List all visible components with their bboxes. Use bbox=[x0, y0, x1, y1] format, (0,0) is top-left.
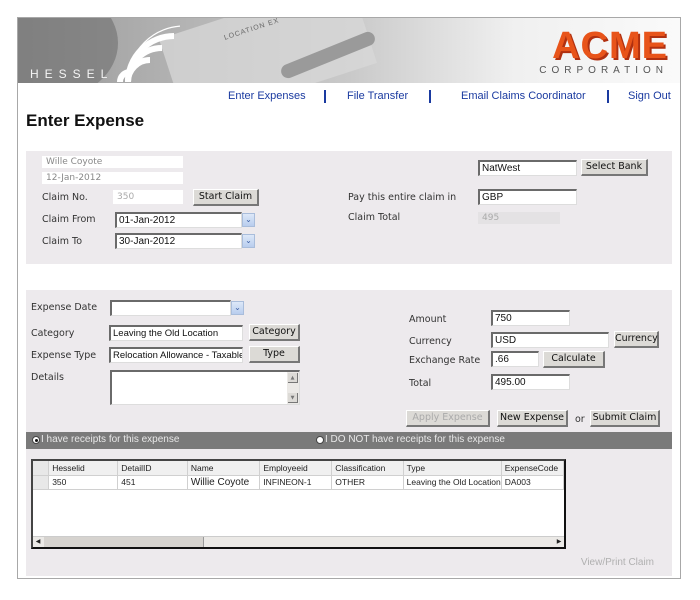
claim-date-field: 12-Jan-2012 bbox=[42, 172, 183, 184]
claim-panel: Wille Coyote 12-Jan-2012 Claim No. 350 S… bbox=[26, 151, 672, 264]
currency-button[interactable]: Currency bbox=[614, 331, 659, 348]
nav-separator bbox=[324, 90, 326, 103]
column-header[interactable]: Name bbox=[187, 461, 261, 476]
expense-table: Hesselid DetailID Name Employeeid Classi… bbox=[33, 461, 565, 490]
table-header-row: Hesselid DetailID Name Employeeid Classi… bbox=[33, 461, 565, 476]
amount-field[interactable]: 750 bbox=[491, 310, 570, 326]
column-header[interactable]: Hesselid bbox=[48, 461, 119, 476]
total-field[interactable]: 495.00 bbox=[491, 374, 570, 390]
claim-from-select[interactable]: 01-Jan-2012 bbox=[115, 212, 242, 228]
details-scrollbar[interactable]: ▲ ▼ bbox=[287, 372, 299, 404]
expense-type-label: Expense Type bbox=[31, 350, 97, 361]
nav-separator bbox=[607, 90, 609, 103]
scroll-right-icon[interactable]: ▶ bbox=[554, 537, 564, 547]
claim-to-select[interactable]: 30-Jan-2012 bbox=[115, 233, 242, 249]
hessel-logo: HESSEL bbox=[30, 67, 114, 81]
calculate-button[interactable]: Calculate bbox=[543, 351, 605, 368]
expense-type-field[interactable]: Relocation Allowance - Taxable bbox=[109, 347, 243, 363]
table-cell: INFINEON-1 bbox=[259, 475, 333, 490]
currency-field[interactable]: USD bbox=[491, 332, 609, 348]
type-button[interactable]: Type bbox=[249, 346, 300, 363]
scrollbar-thumb[interactable] bbox=[44, 537, 204, 547]
details-label: Details bbox=[31, 372, 64, 383]
receipts-no-option[interactable]: I DO NOT have receipts for this expense bbox=[316, 434, 505, 445]
scroll-down-icon[interactable]: ▼ bbox=[288, 393, 298, 403]
amount-label: Amount bbox=[409, 314, 447, 325]
row-header[interactable] bbox=[33, 475, 50, 490]
page-frame: LOCATION EX HESSEL ACME CORPORATION Ente… bbox=[17, 17, 681, 579]
column-header[interactable]: Employeeid bbox=[259, 461, 333, 476]
receipts-bar: I have receipts for this expense I DO NO… bbox=[26, 432, 672, 449]
column-header[interactable]: ExpenseCode bbox=[501, 461, 565, 476]
table-cell: 350 bbox=[48, 475, 119, 490]
nav-sign-out[interactable]: Sign Out bbox=[628, 90, 671, 102]
or-text: or bbox=[575, 414, 585, 425]
category-field[interactable]: Leaving the Old Location bbox=[109, 325, 243, 341]
category-label: Category bbox=[31, 328, 75, 339]
apply-expense-button[interactable]: Apply Expense bbox=[406, 410, 490, 427]
nav-enter-expenses[interactable]: Enter Expenses bbox=[228, 90, 306, 102]
exchange-rate-label: Exchange Rate bbox=[409, 355, 481, 366]
pay-in-currency-field[interactable]: GBP bbox=[478, 189, 577, 205]
table-cell: 451 bbox=[117, 475, 188, 490]
submit-claim-button[interactable]: Submit Claim bbox=[590, 410, 660, 427]
start-claim-button[interactable]: Start Claim bbox=[193, 189, 259, 206]
scroll-up-icon[interactable]: ▲ bbox=[288, 373, 298, 383]
column-header[interactable]: DetailID bbox=[117, 461, 188, 476]
new-expense-button[interactable]: New Expense bbox=[497, 410, 568, 427]
radio-unselected-icon[interactable] bbox=[316, 435, 324, 444]
chevron-down-icon[interactable]: ⌄ bbox=[242, 213, 255, 227]
employee-name-field: Wille Coyote bbox=[42, 156, 183, 168]
claim-no-label: Claim No. bbox=[42, 192, 88, 203]
chevron-down-icon[interactable]: ⌄ bbox=[231, 301, 244, 315]
header-banner: LOCATION EX HESSEL ACME CORPORATION bbox=[18, 18, 680, 83]
claim-no-field: 350 bbox=[113, 190, 183, 204]
select-bank-button[interactable]: Select Bank bbox=[581, 159, 648, 176]
table-cell: OTHER bbox=[331, 475, 404, 490]
claim-from-label: Claim From bbox=[42, 214, 96, 225]
expense-grid: Hesselid DetailID Name Employeeid Classi… bbox=[31, 459, 566, 549]
page-title: Enter Expense bbox=[26, 111, 145, 130]
total-label: Total bbox=[409, 378, 432, 389]
horizontal-scrollbar[interactable]: ◀ ▶ bbox=[33, 536, 564, 547]
expense-date-label: Expense Date bbox=[31, 302, 98, 313]
exchange-rate-field[interactable]: .66 bbox=[491, 351, 539, 367]
claim-total-field: 495 bbox=[478, 212, 560, 224]
acme-logo: ACME bbox=[552, 25, 668, 67]
radio-selected-icon[interactable] bbox=[32, 435, 40, 444]
claim-total-label: Claim Total bbox=[348, 212, 401, 223]
bank-field[interactable]: NatWest bbox=[478, 160, 577, 176]
chevron-down-icon[interactable]: ⌄ bbox=[242, 234, 255, 248]
nav-file-transfer[interactable]: File Transfer bbox=[347, 90, 408, 102]
table-cell: DA003 bbox=[501, 475, 565, 490]
receipts-yes-label: I have receipts for this expense bbox=[41, 434, 180, 445]
top-nav: Enter Expenses File Transfer Email Claim… bbox=[18, 90, 680, 104]
details-textarea[interactable]: ▲ ▼ bbox=[110, 370, 300, 405]
category-button[interactable]: Category bbox=[249, 324, 300, 341]
claim-to-label: Claim To bbox=[42, 236, 83, 247]
nav-separator bbox=[429, 90, 431, 103]
receipts-yes-option[interactable]: I have receipts for this expense bbox=[32, 434, 179, 445]
table-cell: Willie Coyote bbox=[187, 475, 261, 490]
hessel-signal-logo-icon bbox=[117, 25, 180, 82]
column-header[interactable]: Classification bbox=[331, 461, 404, 476]
row-header-corner bbox=[33, 461, 50, 476]
acme-logo-subtitle: CORPORATION bbox=[539, 65, 668, 76]
expense-date-select[interactable] bbox=[110, 300, 231, 316]
column-header[interactable]: Type bbox=[403, 461, 502, 476]
view-print-claim-link[interactable]: View/Print Claim bbox=[581, 557, 654, 568]
table-row[interactable]: 350 451 Willie Coyote INFINEON-1 OTHER L… bbox=[33, 475, 565, 490]
currency-label: Currency bbox=[409, 336, 452, 347]
nav-email-claims-coordinator[interactable]: Email Claims Coordinator bbox=[461, 90, 586, 102]
table-cell: Leaving the Old Location bbox=[403, 475, 502, 490]
scroll-left-icon[interactable]: ◀ bbox=[33, 537, 43, 547]
pay-in-label: Pay this entire claim in bbox=[348, 192, 457, 203]
receipts-no-label: I DO NOT have receipts for this expense bbox=[325, 434, 505, 445]
